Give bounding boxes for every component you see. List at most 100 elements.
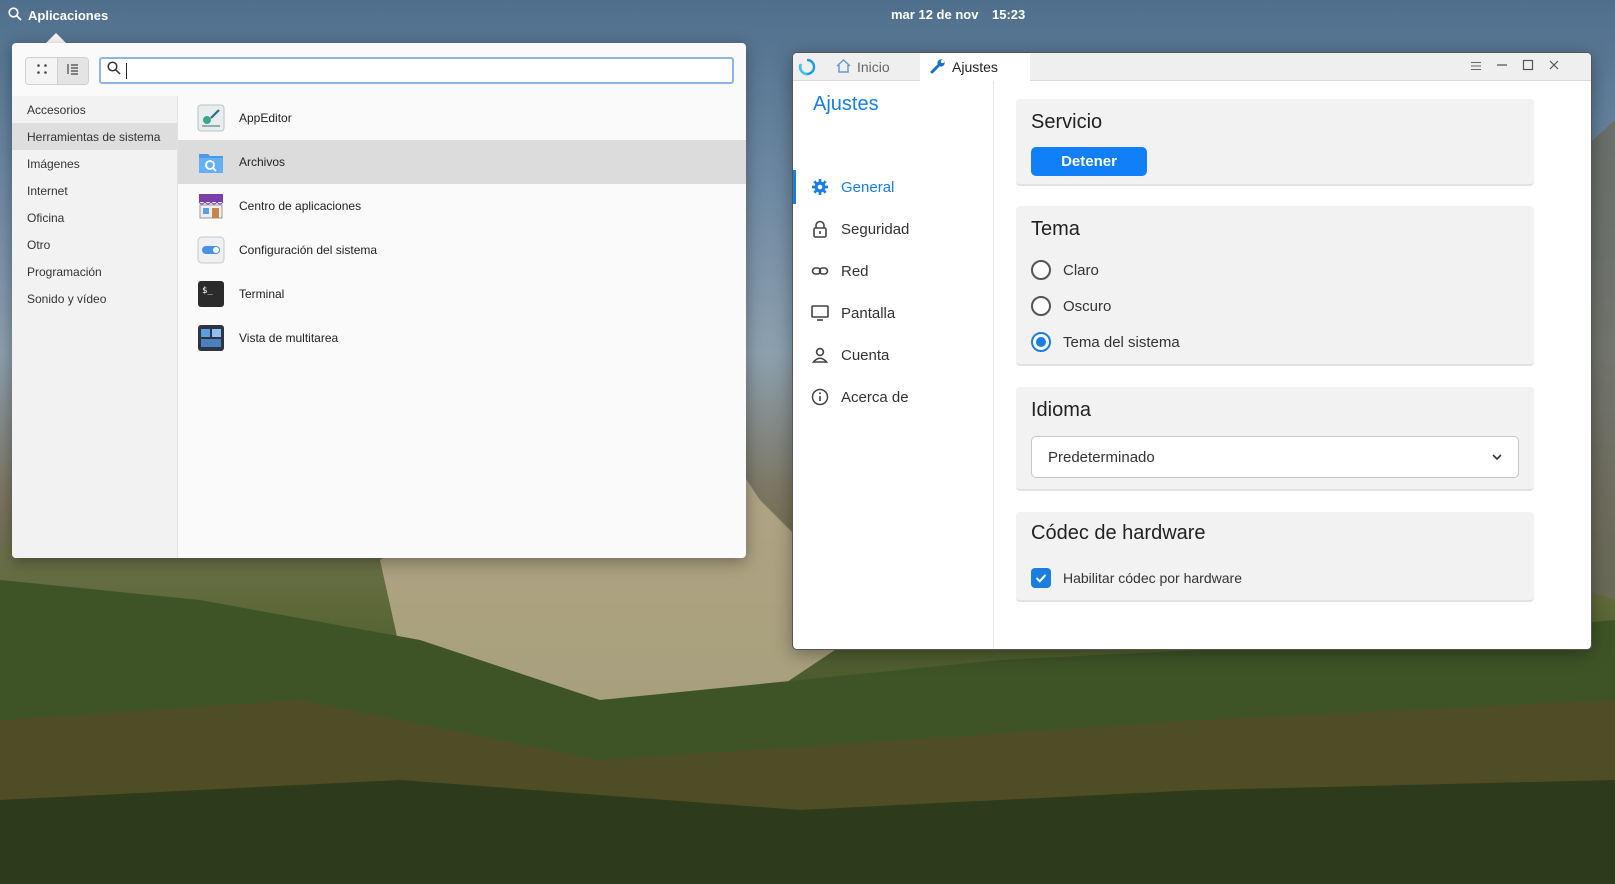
radio-button[interactable] — [1031, 332, 1051, 352]
hamburger-icon — [1470, 58, 1482, 76]
sidebar-item-label: General — [841, 178, 895, 196]
app-logo-icon — [798, 58, 816, 81]
terminal-icon: $_ — [197, 280, 225, 308]
maximize-button[interactable] — [1520, 59, 1536, 75]
close-button[interactable] — [1546, 59, 1562, 75]
sidebar-item-general[interactable]: General — [793, 166, 994, 208]
grid-view-button[interactable] — [26, 58, 57, 84]
category-view-button[interactable] — [57, 58, 88, 84]
hardware-codec-option[interactable]: Habilitar códec por hardware — [1031, 568, 1242, 588]
list-icon — [67, 62, 79, 80]
codec-card: Códec de hardware Habilitar códec por ha… — [1016, 512, 1534, 602]
monitor-icon — [811, 304, 829, 322]
theme-option[interactable]: Tema del sistema — [1031, 332, 1180, 352]
home-icon — [836, 58, 851, 76]
category-item[interactable]: Programación — [12, 258, 177, 285]
sidebar-item-red[interactable]: Red — [793, 250, 994, 292]
gear-icon — [811, 178, 829, 196]
system-settings-icon — [197, 236, 225, 264]
theme-option-label: Oscuro — [1063, 297, 1112, 315]
app-label: Vista de multitarea — [239, 331, 339, 345]
tab-ajustes[interactable]: Ajustes — [920, 53, 1030, 81]
theme-option-label: Claro — [1063, 261, 1099, 279]
service-title: Servicio — [1031, 111, 1103, 133]
app-label: AppEditor — [239, 111, 292, 125]
category-item[interactable]: Sonido y vídeo — [12, 285, 177, 312]
tab-label: Ajustes — [952, 59, 998, 75]
category-item[interactable]: Imágenes — [12, 150, 177, 177]
app-item[interactable]: Archivos — [178, 140, 746, 184]
theme-option[interactable]: Claro — [1031, 260, 1099, 280]
stop-button[interactable]: Detener — [1031, 147, 1147, 176]
language-select-value: Predeterminado — [1048, 448, 1155, 466]
sidebar-item-label: Red — [841, 262, 869, 280]
app-label: Configuración del sistema — [239, 243, 378, 257]
theme-option-label: Tema del sistema — [1063, 333, 1180, 351]
application-list: AppEditor Archivos Centro de aplicaciones C… — [178, 96, 746, 360]
sidebar-item-acerca-de[interactable]: Acerca de — [793, 376, 994, 418]
app-label: Archivos — [239, 155, 286, 169]
app-label: Centro de aplicaciones — [239, 199, 362, 213]
link-icon — [811, 262, 829, 280]
app-item[interactable]: Configuración del sistema — [178, 228, 746, 272]
panel-time[interactable]: 15:23 — [992, 7, 1025, 22]
category-item[interactable]: Herramientas de sistema — [12, 123, 177, 150]
minimize-icon — [1496, 58, 1508, 76]
multitasking-view-icon — [197, 324, 225, 352]
view-switcher — [25, 57, 89, 85]
titlebar: Inicio Ajustes — [793, 53, 1591, 81]
radio-button[interactable] — [1031, 296, 1051, 316]
category-item[interactable]: Internet — [12, 177, 177, 204]
app-center-icon — [197, 192, 225, 220]
applications-menu-button[interactable]: Aplicaciones — [8, 7, 108, 24]
app-item[interactable]: Vista de multitarea — [178, 316, 746, 360]
info-icon — [811, 388, 829, 406]
applications-label: Aplicaciones — [28, 8, 109, 23]
category-item[interactable]: Accesorios — [12, 96, 177, 123]
app-item[interactable]: AppEditor — [178, 96, 746, 140]
files-icon — [197, 148, 225, 176]
language-title: Idioma — [1031, 399, 1092, 421]
category-item[interactable]: Otro — [12, 231, 177, 258]
sidebar-item-label: Cuenta — [841, 346, 890, 364]
minimize-button[interactable] — [1494, 59, 1510, 75]
radio-button[interactable] — [1031, 260, 1051, 280]
settings-window: Inicio Ajustes Ajustes General Seguridad… — [792, 52, 1592, 650]
sidebar-title: Ajustes — [813, 93, 879, 115]
maximize-icon — [1522, 58, 1534, 76]
app-item[interactable]: Centro de aplicaciones — [178, 184, 746, 228]
theme-card: Tema Claro Oscuro Tema del sistema — [1016, 206, 1534, 366]
panel-date[interactable]: mar 12 de nov — [891, 7, 978, 22]
menu-button[interactable] — [1468, 59, 1484, 75]
checkmark-icon — [1035, 574, 1047, 583]
app-item[interactable]: $_ Terminal — [178, 272, 746, 316]
service-card: Servicio Detener — [1016, 99, 1534, 186]
theme-title: Tema — [1031, 218, 1080, 240]
tab-inicio[interactable]: Inicio — [828, 53, 920, 81]
app-label: Terminal — [239, 287, 285, 301]
wrench-icon — [930, 58, 946, 77]
top-panel: Aplicaciones mar 12 de nov 15:23 — [0, 0, 1615, 30]
lock-icon — [811, 220, 829, 238]
search-input[interactable] — [132, 62, 712, 79]
sidebar-item-seguridad[interactable]: Seguridad — [793, 208, 994, 250]
language-select[interactable]: Predeterminado — [1031, 436, 1519, 478]
user-icon — [811, 346, 829, 364]
category-list: Accesorios Herramientas de sistema Imágene… — [12, 96, 178, 558]
settings-sidebar: Ajustes General Seguridad Red Pantalla Cuent… — [793, 81, 994, 649]
hardware-codec-label: Habilitar códec por hardware — [1063, 570, 1242, 586]
sidebar-item-label: Acerca de — [841, 388, 909, 406]
application-launcher: Accesorios Herramientas de sistema Imágene… — [12, 43, 746, 558]
category-item[interactable]: Oficina — [12, 204, 177, 231]
chevron-down-icon — [1490, 450, 1504, 468]
launcher-search — [99, 57, 734, 84]
hardware-codec-checkbox[interactable] — [1031, 568, 1051, 588]
sidebar-item-pantalla[interactable]: Pantalla — [793, 292, 994, 334]
search-icon — [8, 7, 22, 24]
theme-option[interactable]: Oscuro — [1031, 296, 1111, 316]
text-cursor — [126, 62, 127, 79]
sidebar-item-cuenta[interactable]: Cuenta — [793, 334, 994, 376]
sidebar-item-label: Seguridad — [841, 220, 910, 238]
codec-title: Códec de hardware — [1031, 522, 1206, 544]
app-editor-icon — [197, 104, 225, 132]
